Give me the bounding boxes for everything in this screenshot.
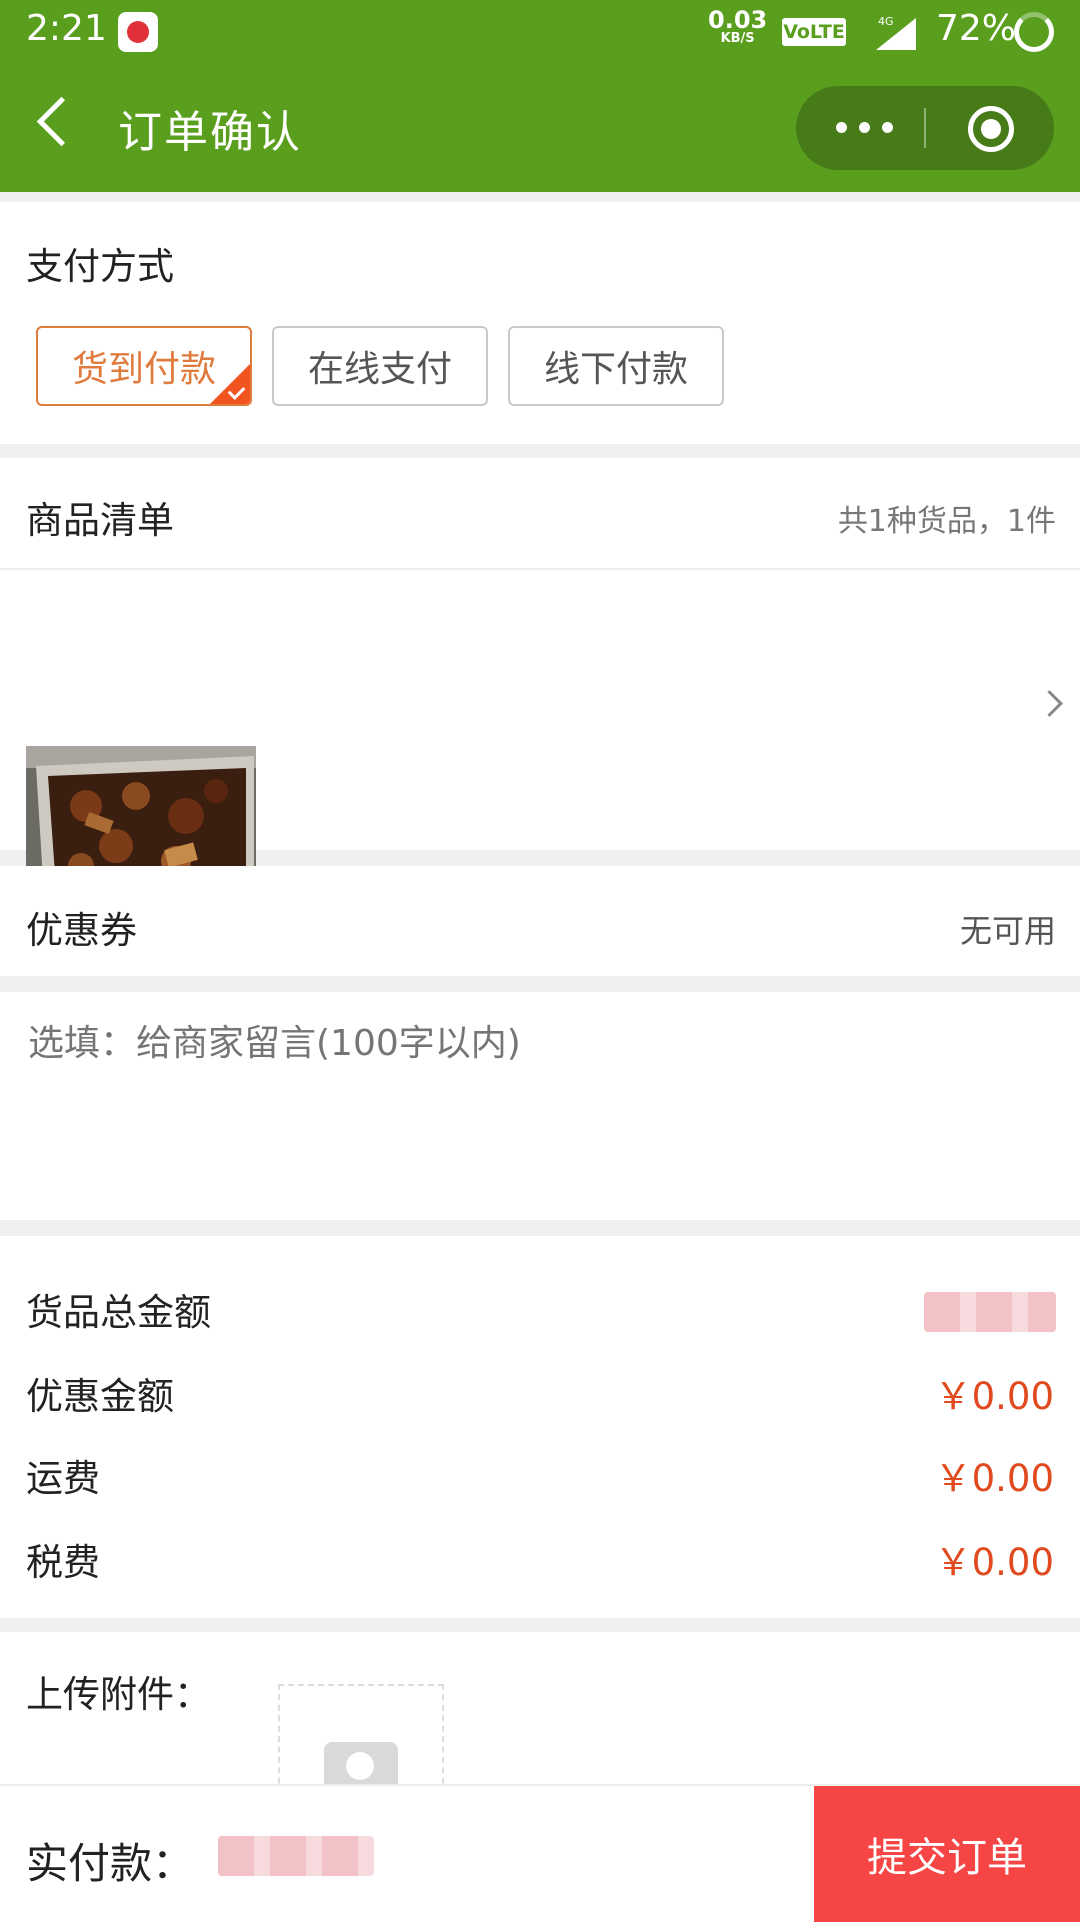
- goods-heading: 商品清单: [26, 499, 174, 542]
- attachment-label: 上传附件：: [26, 1673, 211, 1716]
- amount-label: 运费: [26, 1457, 100, 1500]
- signal-icon: 4G: [876, 15, 916, 50]
- pay-option-label: 线下付款: [543, 349, 688, 390]
- network-speed: 0.03 KB/S: [708, 8, 767, 45]
- battery-percent: 72%: [936, 8, 1017, 49]
- pay-option-label: 在线支付: [307, 349, 452, 390]
- network-speed-value: 0.03: [708, 6, 768, 34]
- page-title: 订单确认: [118, 107, 302, 158]
- amount-row-total: 货品总金额: [0, 1276, 1080, 1346]
- volte-badge: VoLTE: [782, 18, 846, 46]
- redacted-total-value: [924, 1292, 1056, 1332]
- payment-section: 支付方式 货到付款 在线支付 线下付款: [0, 202, 1080, 444]
- amount-value: ￥0.00: [934, 1457, 1054, 1500]
- amount-label: 税费: [26, 1541, 100, 1584]
- merchant-message-input[interactable]: [26, 1012, 1058, 1206]
- coupon-row[interactable]: 优惠券 无可用: [0, 866, 1080, 976]
- amounts-section: 货品总金额 优惠金额 ￥0.00 运费 ￥0.00 税费 ￥0.00: [0, 1236, 1080, 1618]
- selected-corner: [210, 364, 250, 404]
- pay-option-online[interactable]: 在线支付: [272, 326, 488, 406]
- coupon-label: 优惠券: [26, 909, 137, 952]
- mini-program-capsule: [796, 86, 1054, 170]
- pay-option-cod[interactable]: 货到付款: [36, 326, 252, 406]
- back-icon[interactable]: [36, 96, 87, 147]
- attachment-section: 上传附件：: [0, 1632, 1080, 1792]
- amount-label: 货品总金额: [26, 1291, 211, 1334]
- goods-item[interactable]: [0, 570, 1080, 898]
- pay-option-offline[interactable]: 线下付款: [508, 326, 724, 406]
- video-app-icon: [118, 12, 158, 52]
- capsule-divider: [924, 108, 926, 148]
- amount-row-tax: 税费 ￥0.00: [0, 1526, 1080, 1596]
- pay-option-label: 货到付款: [71, 349, 216, 390]
- upload-attachment-button[interactable]: [278, 1684, 444, 1794]
- submit-order-button[interactable]: 提交订单: [814, 1786, 1080, 1922]
- goods-section: 商品清单 共1种货品，1件: [0, 458, 1080, 898]
- payment-heading: 支付方式: [26, 245, 174, 288]
- amount-row-shipping: 运费 ￥0.00: [0, 1442, 1080, 1512]
- nav-bar: 订单确认: [0, 64, 1080, 192]
- submit-order-label: 提交订单: [867, 1835, 1027, 1881]
- redacted-pay-amount: [218, 1836, 374, 1876]
- status-time: 2:21: [26, 8, 107, 49]
- more-icon[interactable]: [826, 86, 906, 170]
- actual-pay-label: 实付款：: [26, 1839, 195, 1888]
- coupon-value: 无可用: [959, 912, 1056, 950]
- amount-value: ￥0.00: [934, 1375, 1054, 1418]
- amount-label: 优惠金额: [26, 1375, 174, 1418]
- close-target-icon[interactable]: [968, 106, 1014, 152]
- amount-row-discount: 优惠金额 ￥0.00: [0, 1360, 1080, 1430]
- chevron-right-icon: [1036, 690, 1063, 717]
- network-type: 4G: [878, 15, 894, 28]
- goods-summary: 共1种货品，1件: [837, 504, 1056, 539]
- status-bar: 2:21 0.03 KB/S VoLTE 4G 72%: [0, 0, 1080, 64]
- amount-value: ￥0.00: [934, 1541, 1054, 1584]
- bottom-bar: 实付款： 提交订单: [0, 1784, 1080, 1922]
- battery-icon: [1014, 12, 1054, 52]
- message-section: [0, 992, 1080, 1220]
